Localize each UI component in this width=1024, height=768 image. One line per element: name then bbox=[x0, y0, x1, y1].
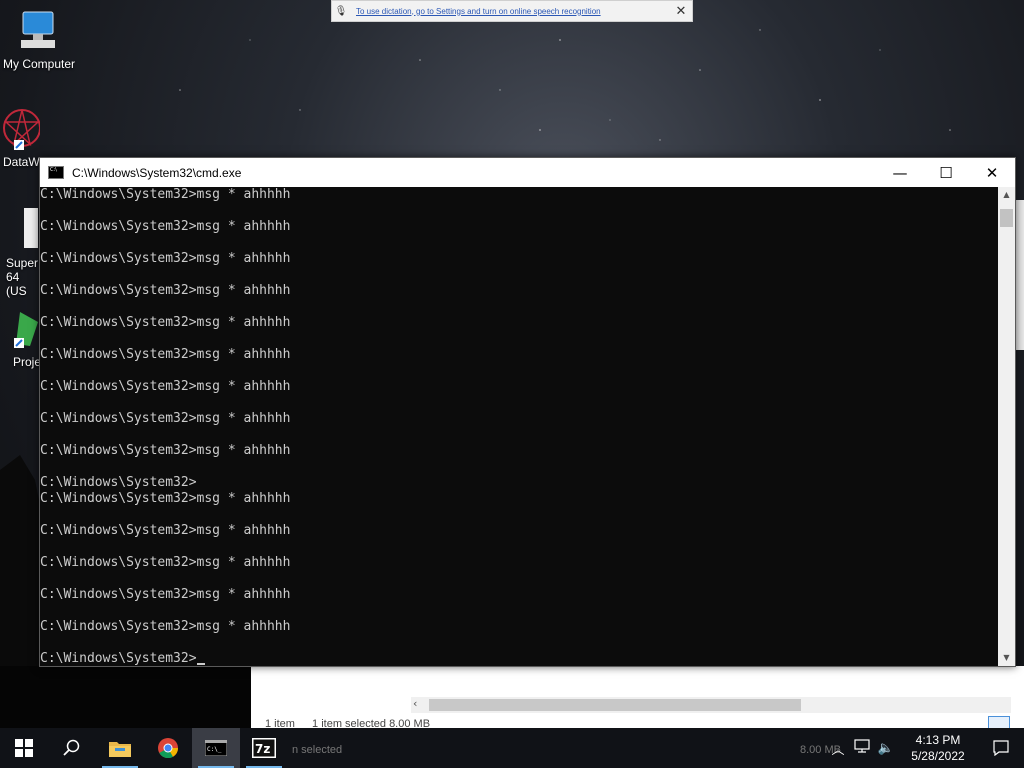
console-line: C:\Windows\System32> bbox=[40, 475, 197, 490]
background-window-edge bbox=[1015, 200, 1024, 350]
vertical-scrollbar[interactable]: ▲ ▼ bbox=[998, 187, 1015, 666]
scrollbar-thumb[interactable] bbox=[429, 699, 801, 711]
desktop-icon-dataw[interactable]: DataW bbox=[0, 108, 40, 169]
scroll-up-icon[interactable]: ▲ bbox=[998, 187, 1015, 203]
console-line: C:\Windows\System32>msg * ahhhhh bbox=[40, 187, 291, 202]
search-button[interactable] bbox=[48, 728, 96, 768]
console-line: C:\Windows\System32>msg * ahhhhh bbox=[40, 555, 291, 570]
console-line: C:\Windows\System32>msg * ahhhhh bbox=[40, 619, 291, 634]
console-line: C:\Windows\System32>msg * ahhhhh bbox=[40, 219, 291, 234]
desktop-icon-label: Proje bbox=[13, 355, 40, 369]
scrollbar-thumb[interactable] bbox=[1000, 209, 1013, 227]
text-cursor bbox=[196, 663, 205, 665]
computer-icon bbox=[21, 11, 55, 48]
taskbar-7zip[interactable]: 7z bbox=[240, 728, 288, 768]
system-tray: ︿ 🔈 4:13 PM 5/28/2022 bbox=[826, 728, 1024, 768]
chevron-up-icon[interactable]: ︿ bbox=[826, 739, 850, 758]
console-line: C:\Windows\System32>msg * ahhhhh bbox=[40, 251, 291, 266]
microphone-icon: 🎙 bbox=[334, 5, 348, 17]
console-line: C:\Windows\System32>msg * ahhhhh bbox=[40, 315, 291, 330]
console-line: C:\Windows\System32>msg * ahhhhh bbox=[40, 443, 291, 458]
console-line: C:\Windows\System32>msg * ahhhhh bbox=[40, 523, 291, 538]
dictation-settings-link[interactable]: To use dictation, go to Settings and tur… bbox=[356, 7, 670, 16]
desktop-icon-proje[interactable]: Proje bbox=[0, 308, 40, 369]
minimize-button[interactable]: — bbox=[877, 158, 923, 187]
dictation-toast: 🎙 To use dictation, go to Settings and t… bbox=[331, 0, 693, 22]
maximize-button[interactable]: ☐ bbox=[923, 158, 969, 187]
dataw-icon bbox=[3, 109, 40, 150]
taskbar: C:\_ 7z n selected 8.00 MB ︿ 🔈 4:13 PM 5… bbox=[0, 728, 1024, 768]
project64-icon bbox=[14, 312, 38, 348]
document-icon bbox=[24, 208, 38, 248]
taskbar-clock[interactable]: 4:13 PM 5/28/2022 bbox=[898, 732, 978, 764]
desktop-icon-label: My Computer bbox=[2, 57, 76, 71]
console-line: C:\Windows\System32>msg * ahhhhh bbox=[40, 379, 291, 394]
close-button[interactable]: ✕ bbox=[969, 158, 1015, 187]
notification-icon bbox=[993, 740, 1009, 756]
search-icon bbox=[63, 739, 80, 756]
desktop-icon-label: 64 (US bbox=[6, 270, 27, 298]
close-icon[interactable]: ✕ bbox=[670, 3, 692, 19]
desktop-icon-label: DataW bbox=[3, 155, 40, 169]
start-button[interactable] bbox=[0, 728, 48, 768]
console-prompt[interactable]: C:\Windows\System32> bbox=[40, 651, 1000, 666]
console-line: C:\Windows\System32>msg * ahhhhh bbox=[40, 283, 291, 298]
console-line: C:\Windows\System32>msg * ahhhhh bbox=[40, 491, 291, 506]
scroll-left-icon[interactable]: ‹ bbox=[413, 697, 417, 710]
window-title: C:\Windows\System32\cmd.exe bbox=[72, 165, 242, 180]
file-explorer-window: ‹ 1 item 1 item selected 8.00 MB bbox=[251, 666, 1024, 730]
clock-time: 4:13 PM bbox=[915, 733, 961, 747]
cmd-icon: C:\_ bbox=[205, 740, 227, 756]
action-center-button[interactable] bbox=[978, 728, 1024, 768]
taskbar-cmd[interactable]: C:\_ bbox=[192, 728, 240, 768]
cmd-app-icon bbox=[48, 166, 64, 179]
svg-text:C:\_: C:\_ bbox=[207, 746, 222, 753]
desktop-icon-super[interactable]: Super 64 (US bbox=[0, 208, 40, 298]
network-icon[interactable] bbox=[850, 739, 874, 757]
network-icon-shape bbox=[854, 739, 870, 753]
console-line: C:\Windows\System32>msg * ahhhhh bbox=[40, 347, 291, 362]
console-line: C:\Windows\System32>msg * ahhhhh bbox=[40, 411, 291, 426]
console-line: C:\Windows\System32>msg * ahhhhh bbox=[40, 587, 291, 602]
svg-text:7z: 7z bbox=[255, 742, 270, 756]
windows-start-icon bbox=[15, 739, 33, 757]
scroll-down-icon[interactable]: ▼ bbox=[998, 650, 1015, 666]
taskbar-chrome[interactable] bbox=[144, 728, 192, 768]
cmd-titlebar[interactable]: C:\Windows\System32\cmd.exe — ☐ ✕ bbox=[40, 158, 1015, 187]
desktop-icon-label: Super bbox=[6, 256, 39, 270]
clock-date: 5/28/2022 bbox=[911, 749, 965, 763]
horizontal-scrollbar[interactable]: ‹ bbox=[411, 697, 1011, 713]
file-explorer-icon bbox=[109, 742, 131, 757]
console-output[interactable]: C:\Windows\System32>msg * ahhhhh C:\Windo… bbox=[40, 187, 1000, 666]
behind-status-selected: n selected bbox=[292, 744, 343, 756]
chrome-icon bbox=[158, 738, 179, 759]
7zip-icon: 7z bbox=[252, 738, 276, 758]
cmd-window[interactable]: C:\Windows\System32\cmd.exe — ☐ ✕ C:\Win… bbox=[39, 157, 1016, 667]
taskbar-file-explorer[interactable] bbox=[96, 728, 144, 768]
desktop-icon-my-computer[interactable]: My Computer bbox=[0, 10, 78, 71]
prompt-text: C:\Windows\System32> bbox=[40, 651, 197, 666]
volume-icon[interactable]: 🔈 bbox=[874, 741, 898, 756]
